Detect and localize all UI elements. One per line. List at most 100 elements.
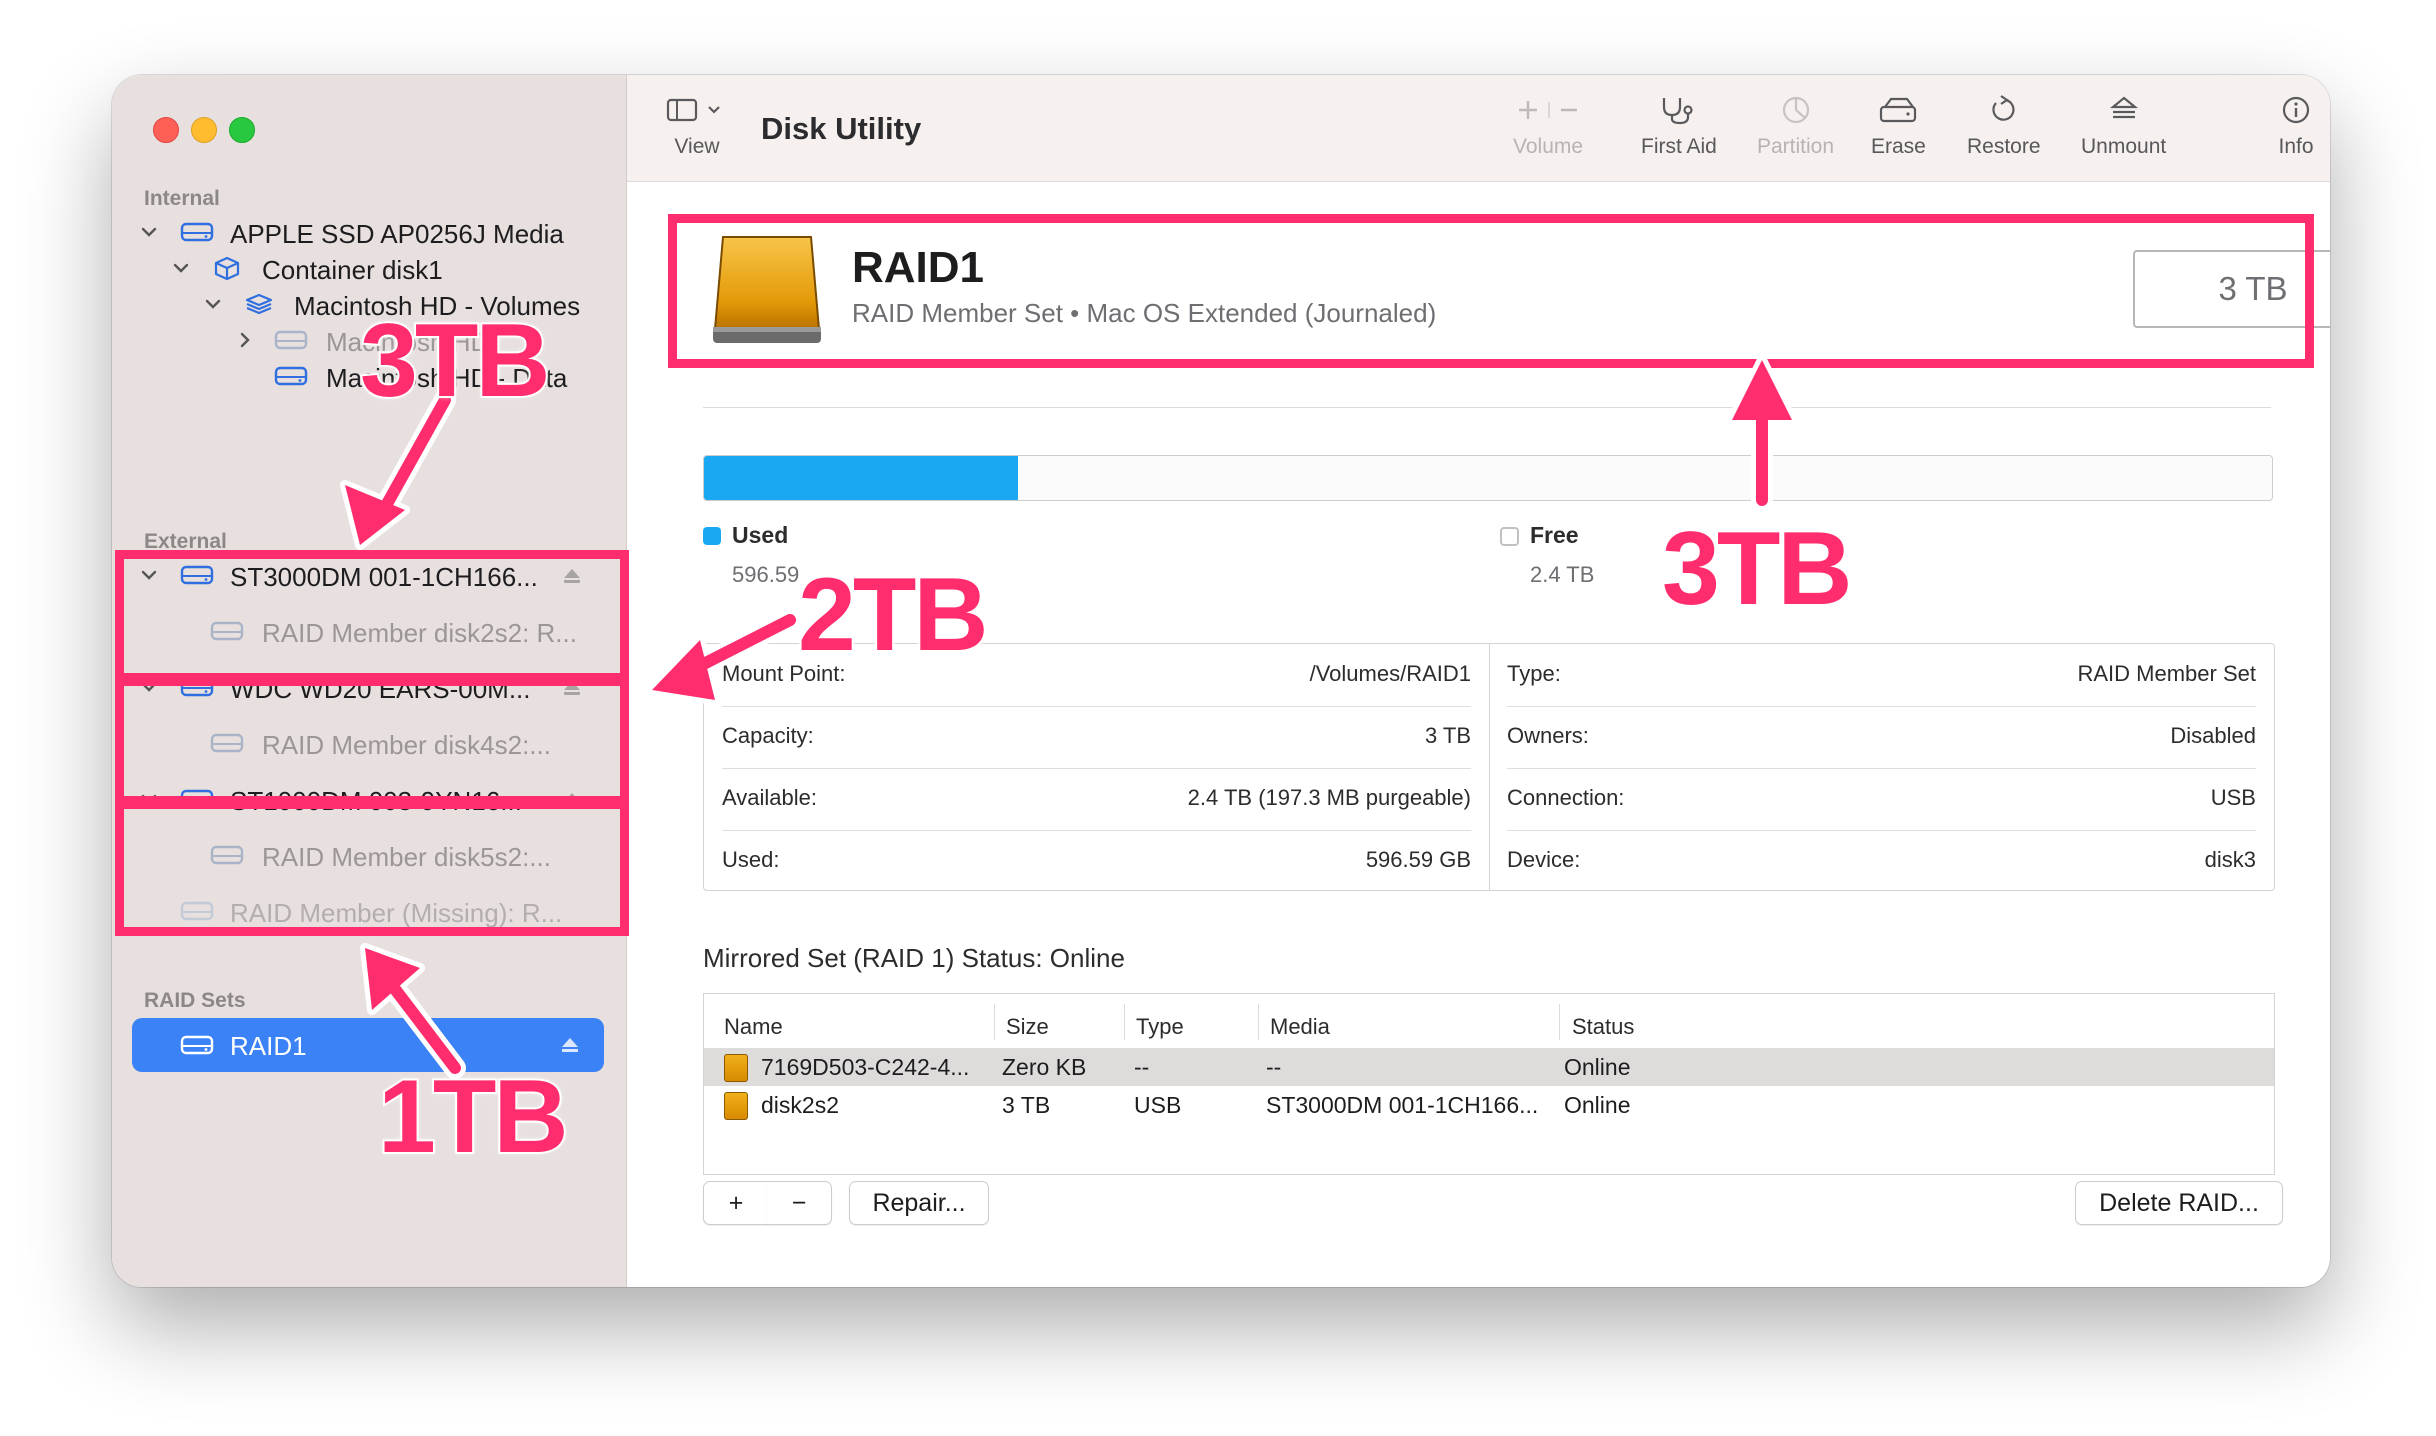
delete-raid-button[interactable]: Delete RAID... <box>2075 1181 2283 1225</box>
app-title: Disk Utility <box>761 111 922 146</box>
volume-stack-icon <box>245 293 273 315</box>
cell-media: -- <box>1266 1054 1282 1080</box>
info-key: Owners: <box>1507 723 1589 748</box>
cell-status: Online <box>1564 1054 1631 1080</box>
raid-members-table: Name Size Type Media Status 7169D503-C24… <box>703 993 2275 1175</box>
eject-icon[interactable] <box>560 1036 580 1054</box>
unmount-icon <box>2109 96 2138 119</box>
partition-pie-icon <box>1782 96 1809 124</box>
info-key: Capacity: <box>722 723 814 748</box>
disk-icon <box>724 1092 748 1120</box>
section-header-raid-sets: RAID Sets <box>144 989 246 1012</box>
table-row[interactable]: disk2s2 3 TB USB ST3000DM 001-1CH166... … <box>704 1086 2274 1124</box>
info-key: Used: <box>722 847 780 872</box>
info-panel: Mount Point:/Volumes/RAID1 Capacity: 3 TB… <box>703 643 2275 891</box>
info-column-right: Type: RAID Member Set Owners: Disabled Con… <box>1489 644 2274 890</box>
unmount-label: Unmount <box>2081 135 2167 158</box>
partition-button[interactable]: Partition <box>1757 95 1834 159</box>
unmount-button[interactable]: Unmount <box>2081 95 2166 159</box>
restore-arrow-icon <box>1992 95 2015 121</box>
volume-drive-icon <box>274 366 308 386</box>
usage-bar <box>703 455 2273 501</box>
first-aid-button[interactable]: First Aid <box>1641 95 1717 159</box>
info-key: Type: <box>1507 661 1561 686</box>
used-legend-title: Used <box>732 522 789 548</box>
cell-size: 3 TB <box>1002 1092 1051 1118</box>
info-column-left: Mount Point:/Volumes/RAID1 Capacity: 3 TB… <box>704 644 1490 890</box>
toolbar: View Disk Utility Volume First Aid Parti… <box>627 75 2330 182</box>
used-legend-value: 596.59 <box>732 562 800 587</box>
info-row-owners: Owners: Disabled <box>1489 706 2274 768</box>
view-button[interactable]: View <box>665 95 729 159</box>
free-legend-swatch <box>1500 527 1519 546</box>
internal-drive-icon <box>180 222 214 242</box>
container-cube-icon <box>214 256 240 280</box>
column-separator <box>1258 1004 1259 1040</box>
close-window-button[interactable] <box>153 117 179 143</box>
raid-status-title: Mirrored Set (RAID 1) Status: Online <box>703 943 1125 973</box>
annotation-label-3tb-sidebar: 3TB <box>358 301 553 421</box>
column-separator <box>1124 1004 1125 1040</box>
column-header-type[interactable]: Type <box>1136 1014 1184 1040</box>
info-value: 2.4 TB (197.3 MB purgeable) <box>1187 785 1471 810</box>
section-header-internal: Internal <box>144 187 220 210</box>
chevron-down-icon[interactable] <box>170 257 192 279</box>
column-header-media[interactable]: Media <box>1270 1014 1330 1040</box>
used-legend-swatch <box>703 527 721 545</box>
highlight-st3000dm <box>115 550 629 686</box>
erase-label: Erase <box>1871 135 1926 158</box>
free-legend-value: 2.4 TB <box>1530 562 1595 587</box>
cell-size: Zero KB <box>1002 1054 1087 1080</box>
info-label: Info <box>2278 135 2314 158</box>
info-key: Available: <box>722 785 817 810</box>
erase-drive-icon <box>1880 97 1917 123</box>
info-icon <box>2282 96 2310 124</box>
minimize-window-button[interactable] <box>191 117 217 143</box>
chevron-down-icon[interactable] <box>202 293 224 315</box>
cell-type: -- <box>1134 1054 1150 1080</box>
chevron-right-icon[interactable] <box>234 329 256 351</box>
view-label: View <box>674 135 720 158</box>
restore-button[interactable]: Restore <box>1967 95 2041 159</box>
info-value: /Volumes/RAID1 <box>1309 661 1471 686</box>
raid-drive-icon <box>180 1035 214 1055</box>
info-row-available: Available: 2.4 TB (197.3 MB purgeable) <box>704 768 1489 830</box>
usage-bar-used-fill <box>704 456 1018 500</box>
table-row[interactable]: 7169D503-C242-4... Zero KB -- -- Online <box>704 1048 2274 1086</box>
info-value: 3 TB <box>1424 723 1471 748</box>
column-separator <box>1559 1004 1560 1040</box>
free-legend-title: Free <box>1530 522 1579 548</box>
erase-button[interactable]: Erase <box>1871 95 1926 159</box>
volume-drive-icon <box>274 330 308 350</box>
cell-name: 7169D503-C242-4... <box>761 1054 970 1080</box>
remove-member-button[interactable]: − <box>767 1181 832 1225</box>
annotation-label-2tb: 2TB <box>796 555 991 675</box>
info-key: Connection: <box>1507 785 1625 810</box>
info-value: RAID Member Set <box>2077 661 2257 686</box>
chevron-down-icon[interactable] <box>138 221 160 243</box>
zoom-window-button[interactable] <box>229 117 255 143</box>
first-aid-label: First Aid <box>1641 135 1717 158</box>
cell-name: disk2s2 <box>761 1092 839 1118</box>
column-header-name[interactable]: Name <box>724 1014 783 1040</box>
highlight-wdc <box>115 673 629 809</box>
disk-icon <box>724 1054 748 1082</box>
info-key: Device: <box>1507 847 1581 872</box>
add-member-button[interactable]: + <box>703 1181 769 1225</box>
annotation-label-3tb-header: 3TB <box>1660 509 1855 629</box>
column-header-status[interactable]: Status <box>1572 1014 1634 1040</box>
info-value: 596.59 GB <box>1365 847 1471 872</box>
info-value: Disabled <box>2170 723 2256 748</box>
info-button[interactable]: Info <box>2271 95 2321 159</box>
repair-button[interactable]: Repair... <box>849 1181 989 1225</box>
info-row-used: Used: 596.59 GB <box>704 830 1489 892</box>
info-row-capacity: Capacity: 3 TB <box>704 706 1489 768</box>
annotation-label-1tb: 1TB <box>376 1057 571 1177</box>
partition-label: Partition <box>1757 135 1835 158</box>
column-header-size[interactable]: Size <box>1006 1014 1049 1040</box>
cell-media: ST3000DM 001-1CH166... <box>1266 1092 1539 1118</box>
cell-type: USB <box>1134 1092 1182 1118</box>
info-value: disk3 <box>2204 847 2256 872</box>
volume-button[interactable]: Volume <box>1513 95 1583 159</box>
highlight-st1000dm <box>115 796 629 936</box>
